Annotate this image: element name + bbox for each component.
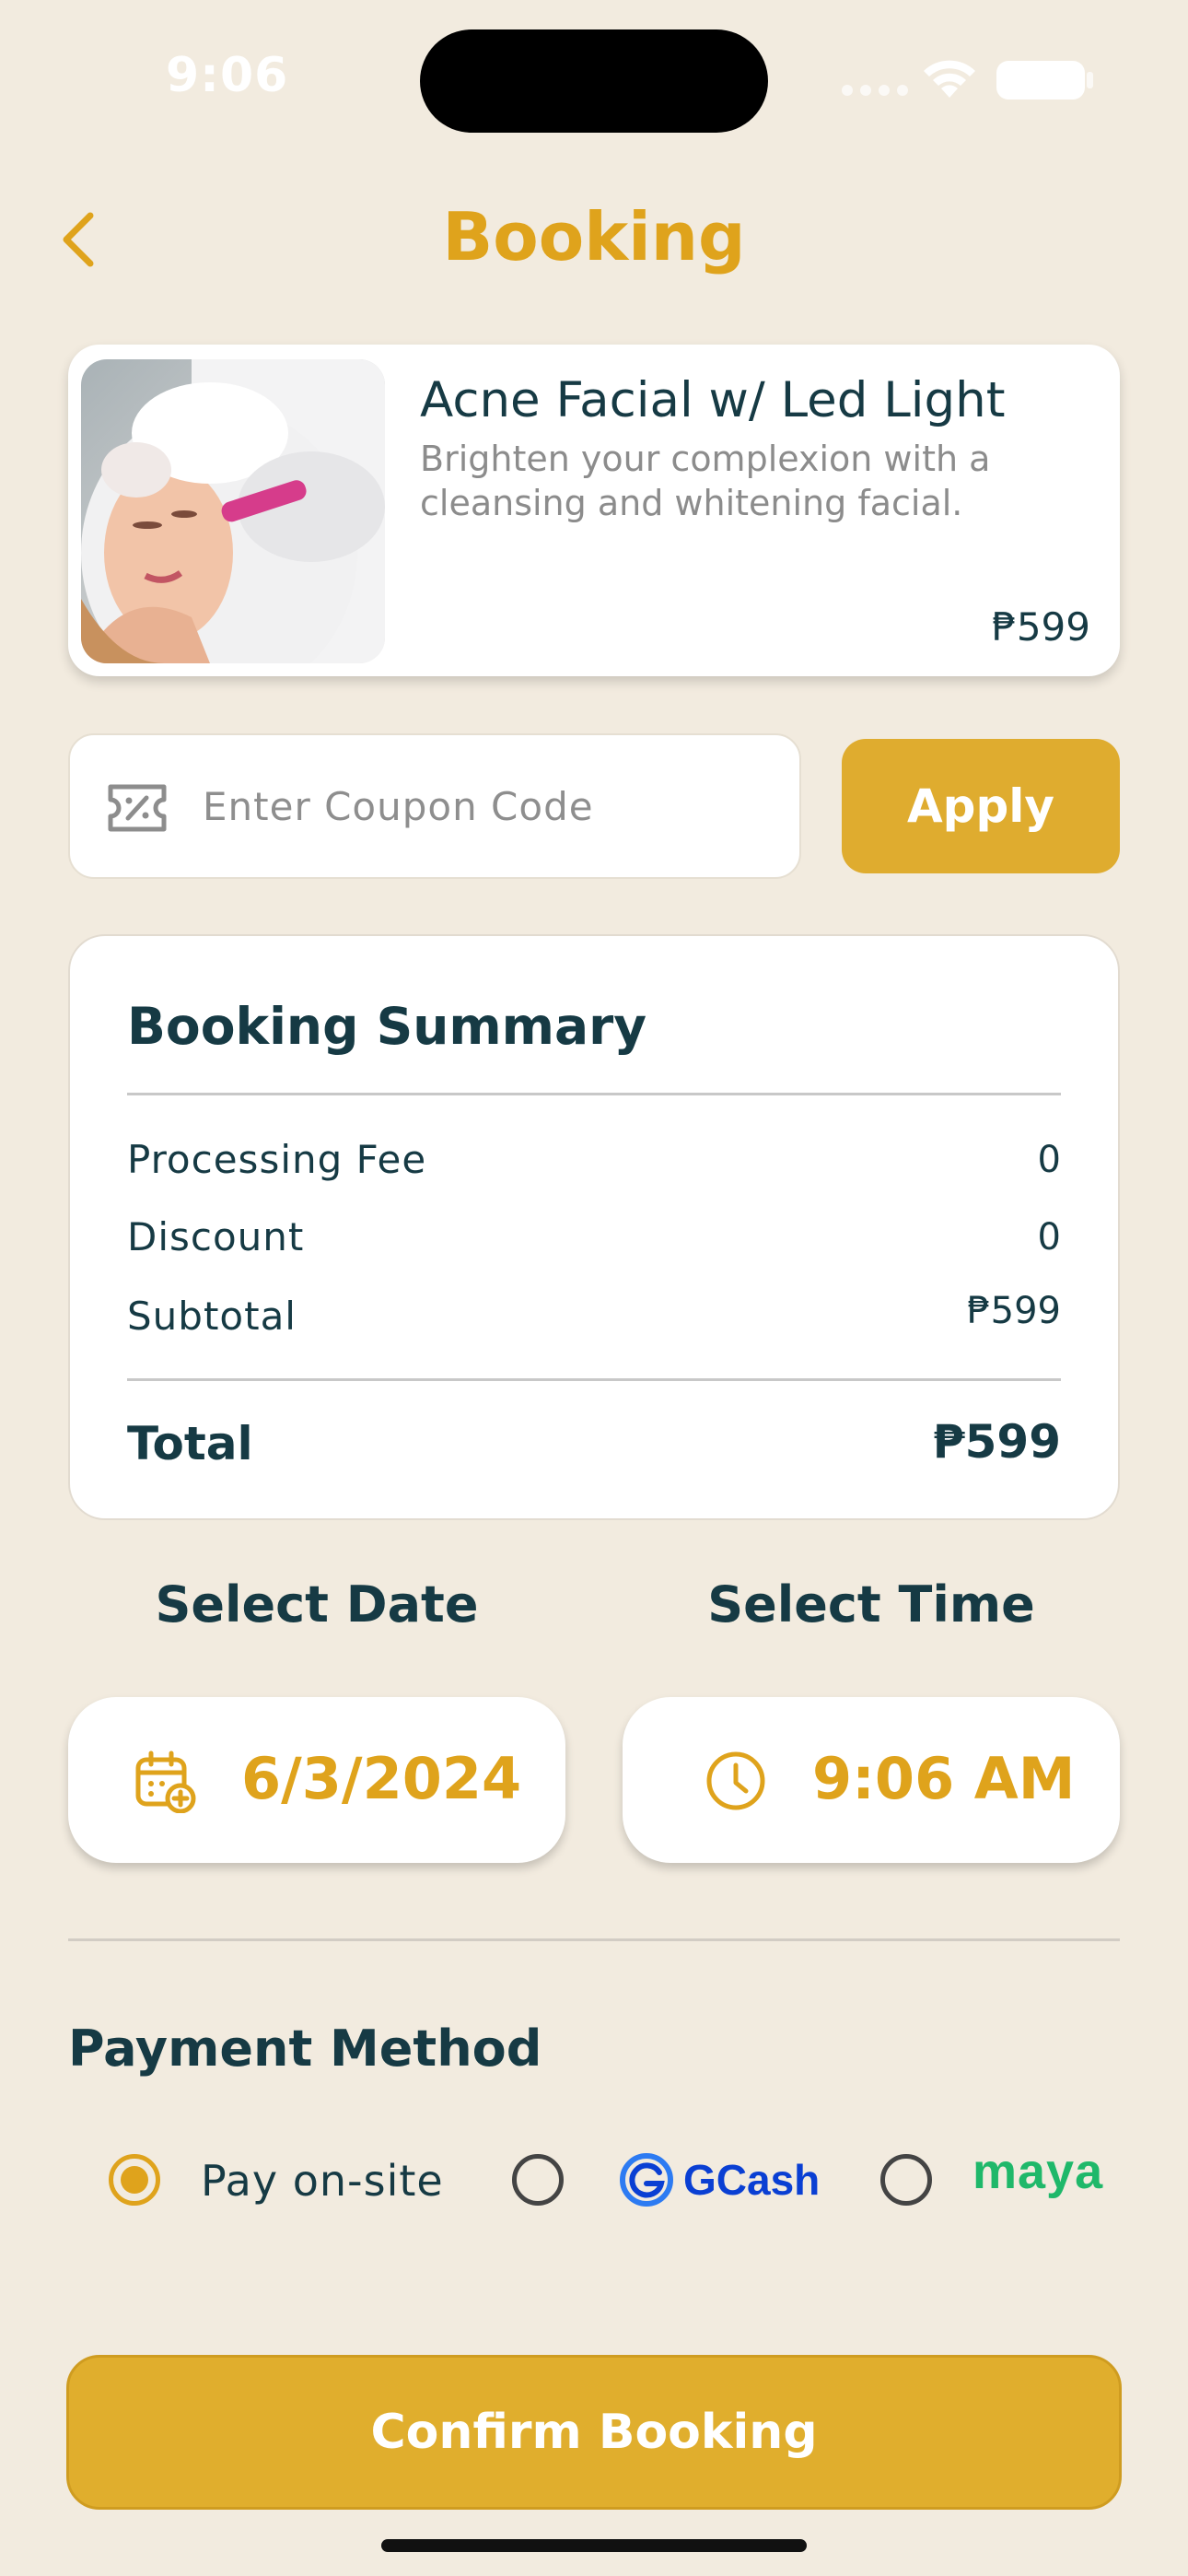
gcash-logo-icon (620, 2153, 673, 2207)
radio-maya[interactable] (880, 2154, 932, 2206)
section-divider (68, 1938, 1120, 1941)
processing-fee-value: 0 (1037, 1139, 1061, 1181)
discount-value: 0 (1037, 1216, 1061, 1259)
coupon-ticket-icon (108, 784, 167, 832)
total-value: ₱599 (932, 1415, 1061, 1469)
time-picker-button[interactable]: 9:06 AM (623, 1697, 1120, 1863)
cellular-signal-icon (842, 85, 908, 96)
service-name: Acne Facial w/ Led Light (420, 372, 1006, 428)
wifi-icon (924, 60, 975, 98)
gcash-label: GCash (683, 2156, 821, 2204)
summary-divider (127, 1093, 1061, 1095)
radio-pay-onsite[interactable] (109, 2154, 160, 2206)
selected-time: 9:06 AM (812, 1745, 1076, 1812)
calendar-add-icon (135, 1751, 196, 1813)
radio-gcash[interactable] (512, 2154, 564, 2206)
coupon-input[interactable] (203, 735, 774, 877)
coupon-field[interactable] (68, 733, 801, 879)
summary-title: Booking Summary (127, 997, 647, 1056)
date-picker-button[interactable]: 6/3/2024 (68, 1697, 565, 1863)
subtotal-value: ₱599 (967, 1290, 1061, 1332)
subtotal-label: Subtotal (127, 1294, 297, 1339)
service-card[interactable]: Acne Facial w/ Led Light Brighten your c… (68, 345, 1120, 676)
summary-divider (127, 1378, 1061, 1381)
select-time-label: Select Time (707, 1575, 1035, 1633)
processing-fee-label: Processing Fee (127, 1137, 427, 1182)
status-time: 9:06 (166, 48, 289, 103)
payment-method-title: Payment Method (68, 2020, 542, 2078)
gcash-option[interactable]: GCash (619, 2152, 820, 2207)
selected-date: 6/3/2024 (241, 1745, 522, 1812)
battery-cap (1087, 72, 1093, 88)
apply-coupon-button[interactable]: Apply (842, 739, 1120, 873)
dynamic-island (420, 29, 768, 133)
page-title: Booking (442, 198, 746, 275)
booking-summary-card: Booking Summary Processing Fee 0 Discoun… (68, 934, 1120, 1520)
clock-icon (706, 1751, 765, 1810)
battery-icon (996, 61, 1085, 100)
service-image (81, 359, 385, 663)
service-price: ₱599 (992, 604, 1090, 650)
confirm-booking-button[interactable]: Confirm Booking (66, 2355, 1122, 2510)
select-date-label: Select Date (155, 1575, 479, 1633)
home-indicator (381, 2539, 807, 2552)
pay-onsite-label[interactable]: Pay on-site (201, 2156, 444, 2206)
total-label: Total (127, 1417, 253, 1470)
maya-label[interactable]: maya (973, 2143, 1103, 2200)
service-description: Brighten your complexion with a cleansin… (420, 439, 991, 523)
discount-label: Discount (127, 1214, 305, 1259)
